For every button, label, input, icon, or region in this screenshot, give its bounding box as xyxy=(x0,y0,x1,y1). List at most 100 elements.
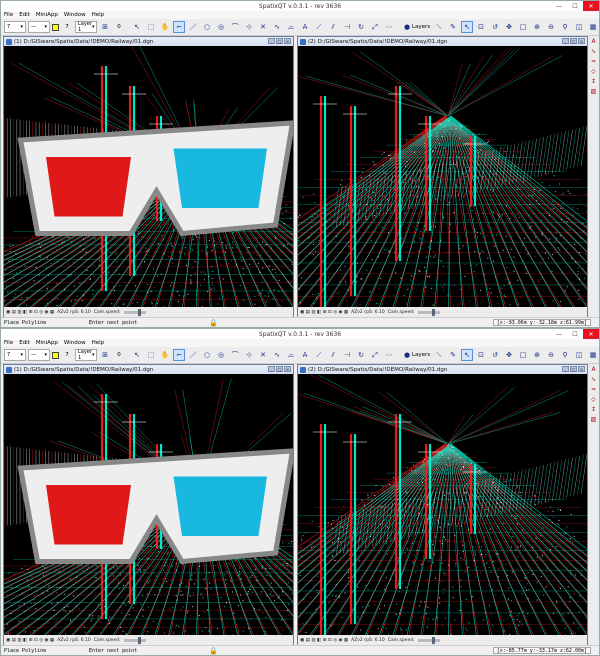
pointer-icon[interactable]: ↖ xyxy=(461,349,473,361)
walk-icon[interactable]: ⚲ xyxy=(559,21,571,33)
view-1-maximize[interactable]: □ xyxy=(276,366,283,372)
pan-icon[interactable]: ✥ xyxy=(503,21,515,33)
arc-icon[interactable]: ⌒ xyxy=(229,349,241,361)
view-1-canvas[interactable] xyxy=(4,374,293,636)
view-2-close[interactable]: × xyxy=(578,38,585,44)
view-1-canvas[interactable] xyxy=(4,46,293,308)
layer-manager-icon[interactable]: ⊞ xyxy=(99,21,111,33)
maximize-button[interactable]: ☐ xyxy=(567,329,583,339)
align-icon[interactable]: ⊣ xyxy=(341,21,353,33)
cube-icon[interactable]: ◫ xyxy=(573,349,585,361)
dimension-icon[interactable]: ↕ xyxy=(591,406,596,413)
pointer-icon[interactable]: ↖ xyxy=(461,21,473,33)
bezier-icon[interactable]: ⌓ xyxy=(285,21,297,33)
zoom-in-icon[interactable]: ⊕ xyxy=(531,349,543,361)
layers-label[interactable]: Layers xyxy=(412,349,430,361)
abc-icon[interactable]: A xyxy=(591,366,595,373)
pan-icon[interactable]: ✥ xyxy=(503,349,515,361)
measure-icon[interactable]: ⟍ xyxy=(433,349,445,361)
hatch-icon[interactable]: ▨ xyxy=(591,416,597,423)
zoom-out-icon[interactable]: ⊖ xyxy=(545,21,557,33)
view-2-minimize[interactable]: _ xyxy=(562,38,569,44)
abc-icon[interactable]: A xyxy=(591,38,595,45)
node-icon[interactable]: ⊹ xyxy=(243,349,255,361)
grid-icon[interactable]: ▦ xyxy=(587,349,599,361)
curve-icon[interactable]: ∿ xyxy=(271,21,283,33)
view-tools-icon[interactable]: ▣ ▤ ▥ ◧ ⊞ ⊡ ◎ ◉ ▦ xyxy=(6,310,54,315)
menu-file[interactable]: File xyxy=(4,340,13,346)
snap-icon[interactable]: ✎ xyxy=(447,349,459,361)
cam-speed-slider[interactable] xyxy=(123,308,146,316)
target-icon[interactable]: ◎ xyxy=(215,349,227,361)
text-tool-icon[interactable]: A xyxy=(299,349,311,361)
color-swatch[interactable] xyxy=(52,23,59,31)
lock-icon[interactable]: 🔒 xyxy=(209,647,219,655)
view-2-maximize[interactable]: □ xyxy=(570,38,577,44)
trim-icon[interactable]: ⟋ xyxy=(313,349,325,361)
view-tools-icon[interactable]: ▣ ▤ ▥ ◧ ⊞ ⊡ ◎ ◉ ▦ xyxy=(300,310,348,315)
cam-speed-slider[interactable] xyxy=(123,636,146,644)
hatch-icon[interactable]: ▨ xyxy=(591,88,597,95)
fit-view-icon[interactable]: □ xyxy=(517,21,529,33)
circle-tool-icon[interactable]: ○ xyxy=(201,349,213,361)
line-weight-combo[interactable]: 7 ▾ xyxy=(4,349,26,361)
line-style-combo[interactable]: — ▾ xyxy=(28,349,50,361)
curve-icon[interactable]: ∿ xyxy=(271,349,283,361)
spline-icon[interactable]: ≈ xyxy=(591,386,596,393)
view-2-maximize[interactable]: □ xyxy=(570,366,577,372)
cross-icon[interactable]: ✕ xyxy=(257,349,269,361)
line-tool-icon[interactable]: ／ xyxy=(187,21,199,33)
more-tools-icon[interactable]: ⋯ xyxy=(383,21,395,33)
menu-file[interactable]: File xyxy=(4,12,13,18)
fence-icon[interactable]: ⬚ xyxy=(145,349,157,361)
cam-speed-slider[interactable] xyxy=(417,308,440,316)
rotate-icon[interactable]: ↻ xyxy=(355,21,367,33)
shape-icon[interactable]: ◇ xyxy=(591,396,596,403)
close-button[interactable]: ✕ xyxy=(583,329,599,339)
view-2-canvas[interactable] xyxy=(298,46,587,308)
snap-icon[interactable]: ✎ xyxy=(447,21,459,33)
level-combo[interactable]: Layer 1 ▾ xyxy=(75,21,97,33)
maximize-button[interactable]: ☐ xyxy=(567,1,583,11)
hand-icon[interactable]: ✋ xyxy=(159,21,171,33)
zoom-window-icon[interactable]: ⊡ xyxy=(475,21,487,33)
color-swatch[interactable] xyxy=(52,351,59,359)
view-2-minimize[interactable]: _ xyxy=(562,366,569,372)
scale-icon[interactable]: ⤢ xyxy=(369,21,381,33)
menu-edit[interactable]: Edit xyxy=(19,340,30,346)
cube-icon[interactable]: ◫ xyxy=(573,21,585,33)
select-arrow-icon[interactable]: ↖ xyxy=(131,21,143,33)
measure-icon[interactable]: ⟍ xyxy=(433,21,445,33)
walk-icon[interactable]: ⚲ xyxy=(559,349,571,361)
fence-icon[interactable]: ⬚ xyxy=(145,21,157,33)
line-style-combo[interactable]: — ▾ xyxy=(28,21,50,33)
circle-tool-icon[interactable]: ○ xyxy=(201,21,213,33)
select-arrow-icon[interactable]: ↖ xyxy=(131,349,143,361)
minimize-button[interactable]: — xyxy=(551,1,567,11)
minimize-button[interactable]: — xyxy=(551,329,567,339)
view-1-minimize[interactable]: _ xyxy=(268,38,275,44)
menu-help[interactable]: Help xyxy=(92,340,105,346)
view-1-close[interactable]: × xyxy=(284,38,291,44)
menu-miniapp[interactable]: MiniApp xyxy=(36,340,58,346)
polyline-tool-icon[interactable]: ⌐ xyxy=(173,21,185,33)
view-tools-icon[interactable]: ▣ ▤ ▥ ◧ ⊞ ⊡ ◎ ◉ ▦ xyxy=(300,638,348,643)
lock-icon[interactable]: 🔒 xyxy=(209,319,219,327)
hand-icon[interactable]: ✋ xyxy=(159,349,171,361)
align-icon[interactable]: ⊣ xyxy=(341,349,353,361)
line-weight-combo[interactable]: 7 ▾ xyxy=(4,21,26,33)
curve-settings-icon[interactable]: ∿ xyxy=(591,376,596,383)
menu-help[interactable]: Help xyxy=(92,12,105,18)
zoom-in-icon[interactable]: ⊕ xyxy=(531,21,543,33)
offset-icon[interactable]: ⫽ xyxy=(327,21,339,33)
polyline-tool-icon[interactable]: ⌐ xyxy=(173,349,185,361)
text-tool-icon[interactable]: A xyxy=(299,21,311,33)
rotate-icon[interactable]: ↻ xyxy=(355,349,367,361)
bezier-icon[interactable]: ⌓ xyxy=(285,349,297,361)
arc-icon[interactable]: ⌒ xyxy=(229,21,241,33)
trim-icon[interactable]: ⟋ xyxy=(313,21,325,33)
rotate-view-icon[interactable]: ↺ xyxy=(489,21,501,33)
view-2-canvas[interactable] xyxy=(298,374,587,636)
layer-manager-icon[interactable]: ⊞ xyxy=(99,349,111,361)
offset-icon[interactable]: ⫽ xyxy=(327,349,339,361)
